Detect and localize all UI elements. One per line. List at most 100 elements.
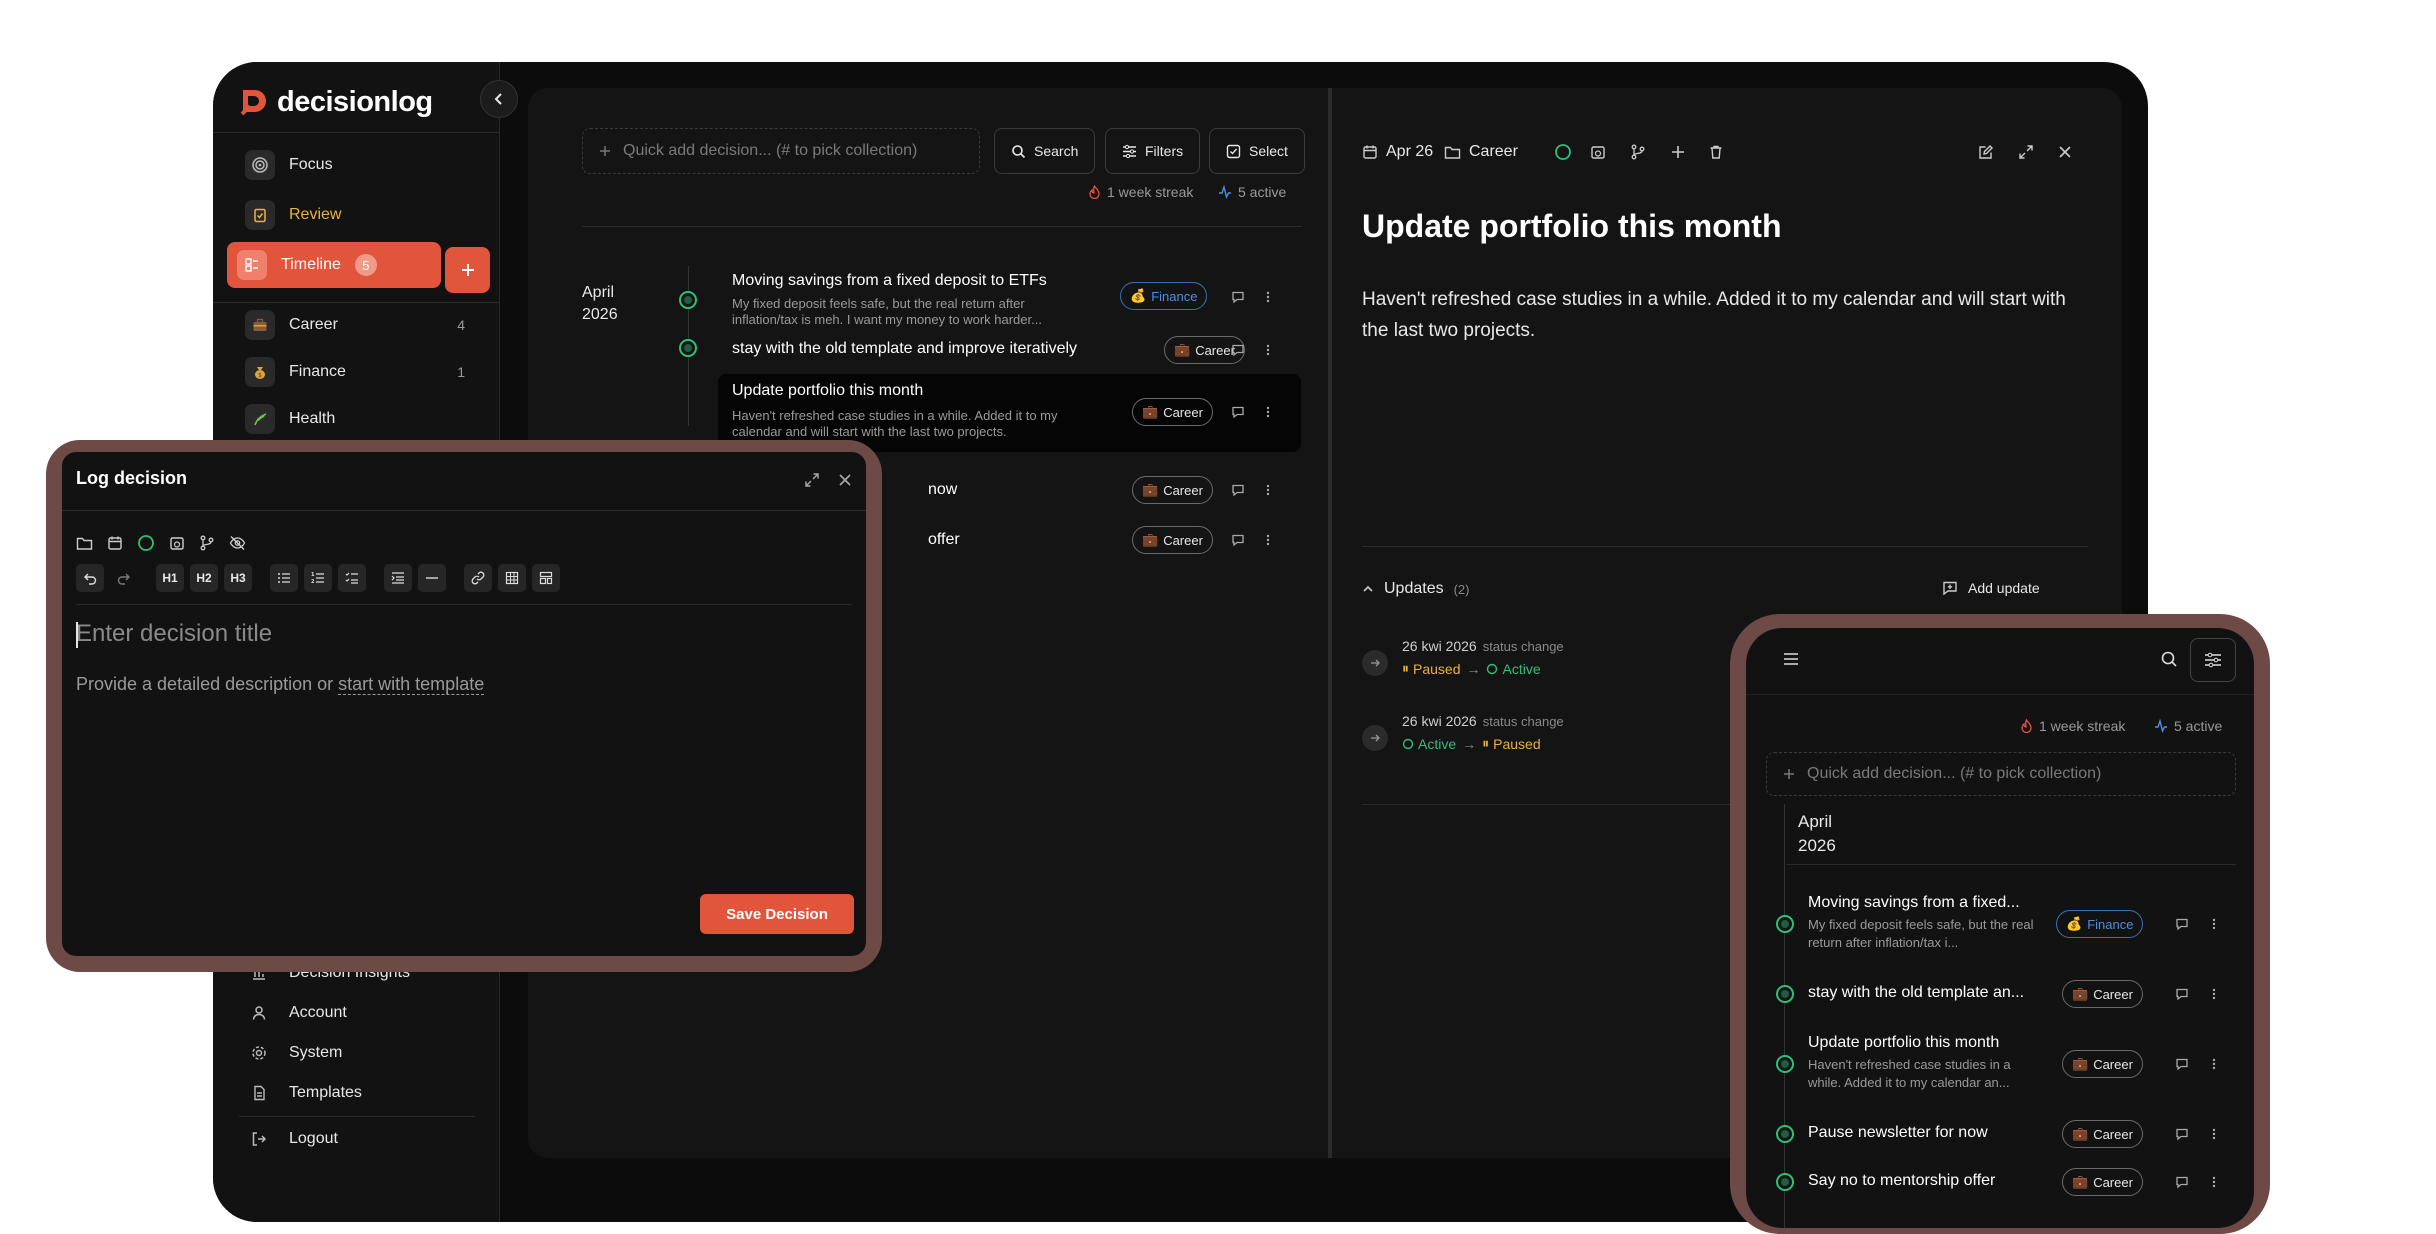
more-options-icon[interactable]: [2206, 1174, 2222, 1190]
branch-icon[interactable]: [199, 535, 215, 551]
more-options-icon[interactable]: [1260, 482, 1276, 498]
sidebar-item-review[interactable]: Review: [235, 194, 477, 236]
more-options-icon[interactable]: [2206, 986, 2222, 1002]
quick-add-input[interactable]: Quick add decision... (# to pick collect…: [582, 128, 980, 174]
link-icon[interactable]: [464, 564, 492, 592]
comment-icon[interactable]: [1230, 342, 1246, 358]
numbered-list-icon[interactable]: 12: [304, 564, 332, 592]
more-options-icon[interactable]: [2206, 916, 2222, 932]
collection-tag[interactable]: 💰 Finance: [1120, 282, 1208, 310]
search-button[interactable]: Search: [994, 128, 1096, 174]
sidebar-item-timeline[interactable]: Timeline 5: [227, 242, 441, 288]
more-options-icon[interactable]: [1260, 342, 1276, 358]
decision-collection[interactable]: Career: [1444, 140, 1518, 164]
schedule-icon[interactable]: [1590, 140, 1606, 164]
list-item[interactable]: Moving savings from a fixed... My fixed …: [1766, 890, 2236, 958]
sidebar-item-account[interactable]: Account: [251, 998, 347, 1028]
filters-button[interactable]: [2190, 638, 2236, 682]
comment-icon[interactable]: [2174, 986, 2190, 1002]
heading-2-button[interactable]: H2: [190, 564, 218, 592]
search-icon[interactable]: [2160, 650, 2178, 668]
comment-icon[interactable]: [1230, 404, 1246, 420]
start-with-template-link[interactable]: start with template: [338, 674, 485, 695]
sidebar-item-system[interactable]: System: [251, 1038, 342, 1068]
decision-date[interactable]: Apr 26: [1362, 140, 1433, 164]
more-options-icon[interactable]: [1260, 289, 1276, 305]
collection-tag[interactable]: 💼 Career: [2062, 1050, 2143, 1078]
list-item[interactable]: Pause newsletter for now 💼 Career: [1766, 1114, 2236, 1154]
sidebar-item-label: Account: [289, 1004, 347, 1021]
indent-icon[interactable]: [384, 564, 412, 592]
comment-icon[interactable]: [2174, 1126, 2190, 1142]
updates-toggle[interactable]: Updates (2): [1362, 580, 1469, 598]
decision-title-input[interactable]: Enter decision title: [76, 620, 272, 648]
app-logo[interactable]: decisionlog: [239, 82, 433, 122]
list-item[interactable]: Moving savings from a fixed deposit to E…: [718, 266, 1301, 328]
collection-tag[interactable]: 💼 Career: [2062, 1168, 2143, 1196]
decision-title[interactable]: Update portfolio this month: [1362, 208, 1782, 245]
bullet-list-icon[interactable]: [270, 564, 298, 592]
updates-count: (2): [1453, 581, 1470, 597]
filters-button[interactable]: Filters: [1105, 128, 1201, 174]
add-icon[interactable]: [1670, 140, 1686, 164]
trash-icon[interactable]: [1708, 140, 1724, 164]
redo-icon[interactable]: [110, 564, 138, 592]
schedule-icon[interactable]: [169, 535, 185, 551]
calendar-icon[interactable]: [107, 535, 123, 551]
sidebar-item-templates[interactable]: Templates: [251, 1078, 362, 1108]
close-icon[interactable]: [838, 473, 852, 487]
horizontal-rule-icon[interactable]: [418, 564, 446, 592]
expand-icon[interactable]: [2018, 140, 2034, 164]
layout-icon[interactable]: [532, 564, 560, 592]
collection-tag[interactable]: 💼 Career: [1132, 398, 1213, 426]
status-active-icon[interactable]: [137, 534, 155, 552]
status-active-icon[interactable]: [1554, 140, 1572, 164]
list-item[interactable]: stay with the old template and improve i…: [718, 330, 1301, 370]
more-options-icon[interactable]: [2206, 1056, 2222, 1072]
save-decision-button[interactable]: Save Decision: [700, 894, 854, 934]
heading-3-button[interactable]: H3: [224, 564, 252, 592]
collection-tag[interactable]: 💼 Career: [1132, 526, 1213, 554]
decision-body[interactable]: Haven't refreshed case studies in a whil…: [1362, 284, 2082, 346]
circle-icon: [1402, 738, 1414, 749]
comment-icon[interactable]: [2174, 916, 2190, 932]
menu-icon[interactable]: [1782, 650, 1800, 668]
collection-tag[interactable]: 💼 Career: [2062, 1120, 2143, 1148]
edit-icon[interactable]: [1978, 140, 1994, 164]
collection-tag[interactable]: 💼 Career: [2062, 980, 2143, 1008]
quick-add-placeholder: Quick add decision... (# to pick collect…: [1807, 765, 2102, 782]
branch-icon[interactable]: [1630, 140, 1646, 164]
collection-tag[interactable]: 💼 Career: [1132, 476, 1213, 504]
list-item[interactable]: stay with the old template an... 💼 Career: [1766, 974, 2236, 1014]
add-update-button[interactable]: Add update: [1942, 580, 2040, 596]
comment-icon[interactable]: [1230, 532, 1246, 548]
comment-icon[interactable]: [1230, 482, 1246, 498]
expand-icon[interactable]: [804, 472, 820, 488]
more-options-icon[interactable]: [1260, 404, 1276, 420]
close-icon[interactable]: [2058, 140, 2072, 164]
undo-icon[interactable]: [76, 564, 104, 592]
comment-icon[interactable]: [2174, 1174, 2190, 1190]
sidebar-item-logout[interactable]: Logout: [251, 1124, 338, 1154]
sidebar-item-focus[interactable]: Focus: [235, 144, 477, 186]
sidebar-item-finance[interactable]: $ Finance 1: [235, 351, 477, 393]
sidebar-item-health[interactable]: Health: [235, 398, 477, 440]
comment-icon[interactable]: [1230, 289, 1246, 305]
comment-icon[interactable]: [2174, 1056, 2190, 1072]
collapse-sidebar-button[interactable]: [480, 80, 518, 118]
list-item[interactable]: Update portfolio this month Haven't refr…: [1766, 1030, 2236, 1098]
checklist-icon[interactable]: [338, 564, 366, 592]
more-options-icon[interactable]: [2206, 1126, 2222, 1142]
sidebar-item-career[interactable]: Career 4: [235, 304, 477, 346]
select-button[interactable]: Select: [1209, 128, 1305, 174]
quick-add-input[interactable]: Quick add decision... (# to pick collect…: [1766, 752, 2236, 796]
more-options-icon[interactable]: [1260, 532, 1276, 548]
heading-1-button[interactable]: H1: [156, 564, 184, 592]
eye-off-icon[interactable]: [229, 535, 246, 551]
table-icon[interactable]: [498, 564, 526, 592]
collection-tag[interactable]: 💰 Finance: [2056, 910, 2144, 938]
list-item[interactable]: Say no to mentorship offer 💼 Career: [1766, 1164, 2236, 1204]
folder-icon[interactable]: [76, 536, 93, 551]
decision-description-input[interactable]: Provide a detailed description or start …: [76, 674, 485, 695]
add-decision-button[interactable]: [445, 247, 490, 293]
